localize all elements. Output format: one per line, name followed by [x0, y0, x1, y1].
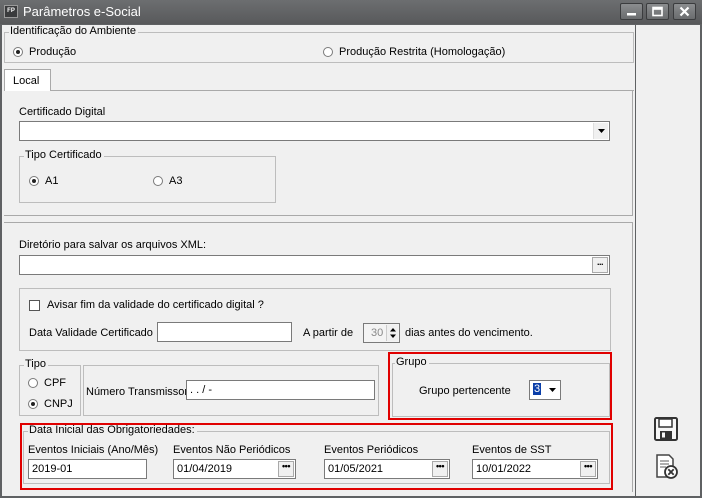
xml-path-input[interactable]: ... [19, 255, 610, 275]
cancel-button[interactable] [652, 453, 680, 481]
tipo-certificado-group: Tipo Certificado A1 A3 [19, 149, 276, 203]
ambiente-legend: Identificação do Ambiente [9, 25, 138, 37]
tipo-certificado-legend: Tipo Certificado [24, 149, 104, 161]
tab-page-right-border [632, 90, 633, 216]
panel-top-border [4, 222, 633, 223]
dias-spinner[interactable] [386, 325, 398, 341]
dias-spin-input[interactable]: 30 [363, 323, 400, 343]
certificado-label: Certificado Digital [19, 106, 106, 118]
a3-radio[interactable] [153, 176, 163, 186]
tab-page-top-border [51, 90, 634, 91]
minimize-icon [627, 13, 636, 16]
title-bar: FP Parâmetros e-Social [0, 0, 702, 24]
close-button[interactable] [673, 3, 696, 20]
maximize-icon [652, 6, 663, 17]
dias-value: 30 [371, 327, 384, 339]
floppy-disk-icon [654, 417, 678, 441]
a3-label: A3 [169, 175, 183, 187]
chevron-down-icon [598, 129, 605, 133]
form-area: Identificação do Ambiente Produção Produ… [2, 25, 635, 496]
grupo-highlight-box [388, 352, 612, 420]
transmissor-input[interactable]: . . / - [186, 380, 375, 400]
window-title: Parâmetros e-Social [23, 4, 141, 19]
xml-label: Diretório para salvar os arquivos XML: [19, 239, 207, 251]
minimize-button[interactable] [620, 3, 643, 20]
certificado-select[interactable] [19, 121, 610, 141]
dias-suffix-label: dias antes do vencimento. [405, 327, 533, 339]
producao-restrita-label: Produção Restrita (Homologação) [339, 46, 506, 58]
action-panel [636, 25, 700, 496]
close-icon [679, 6, 690, 17]
transmissor-group: Número Transmissor . . / - [83, 365, 379, 416]
cpf-radio[interactable] [28, 378, 38, 388]
producao-radio[interactable] [13, 47, 23, 57]
tipo-group: Tipo CPF CNPJ [19, 358, 81, 416]
tab-local[interactable]: Local [4, 69, 51, 91]
avisar-label: Avisar fim da validade do certificado di… [47, 299, 264, 311]
obrigatoriedades-highlight-box [20, 423, 613, 490]
data-validade-input[interactable] [157, 322, 292, 342]
data-validade-label: Data Validade Certificado [29, 327, 153, 339]
app-icon: FP [4, 5, 18, 18]
spin-arrows-icon [390, 328, 396, 338]
xml-browse-button[interactable]: ... [592, 257, 608, 273]
producao-label: Produção [29, 46, 77, 58]
window: FP Parâmetros e-Social Identificação do … [0, 0, 702, 498]
a1-label: A1 [45, 175, 59, 187]
ambiente-group: Identificação do Ambiente Produção Produ… [4, 25, 634, 63]
cancel-document-icon [656, 454, 678, 479]
apartir-label: A partir de [303, 327, 354, 339]
cnpj-radio[interactable] [28, 399, 38, 409]
save-button[interactable] [652, 415, 680, 443]
avisar-checkbox[interactable] [29, 300, 40, 311]
transmissor-value: . . / - [190, 384, 212, 396]
tab-page-bottom-border [4, 215, 633, 216]
tipo-legend: Tipo [24, 358, 48, 370]
certificado-dropdown-button[interactable] [593, 123, 608, 139]
transmissor-label: Número Transmissor [86, 386, 189, 398]
panel-right-border [632, 222, 633, 492]
maximize-button[interactable] [646, 3, 669, 20]
validade-group: Avisar fim da validade do certificado di… [19, 288, 611, 351]
a1-radio[interactable] [29, 176, 39, 186]
cnpj-label: CNPJ [44, 398, 73, 410]
producao-restrita-radio[interactable] [323, 47, 333, 57]
cpf-label: CPF [44, 377, 66, 389]
